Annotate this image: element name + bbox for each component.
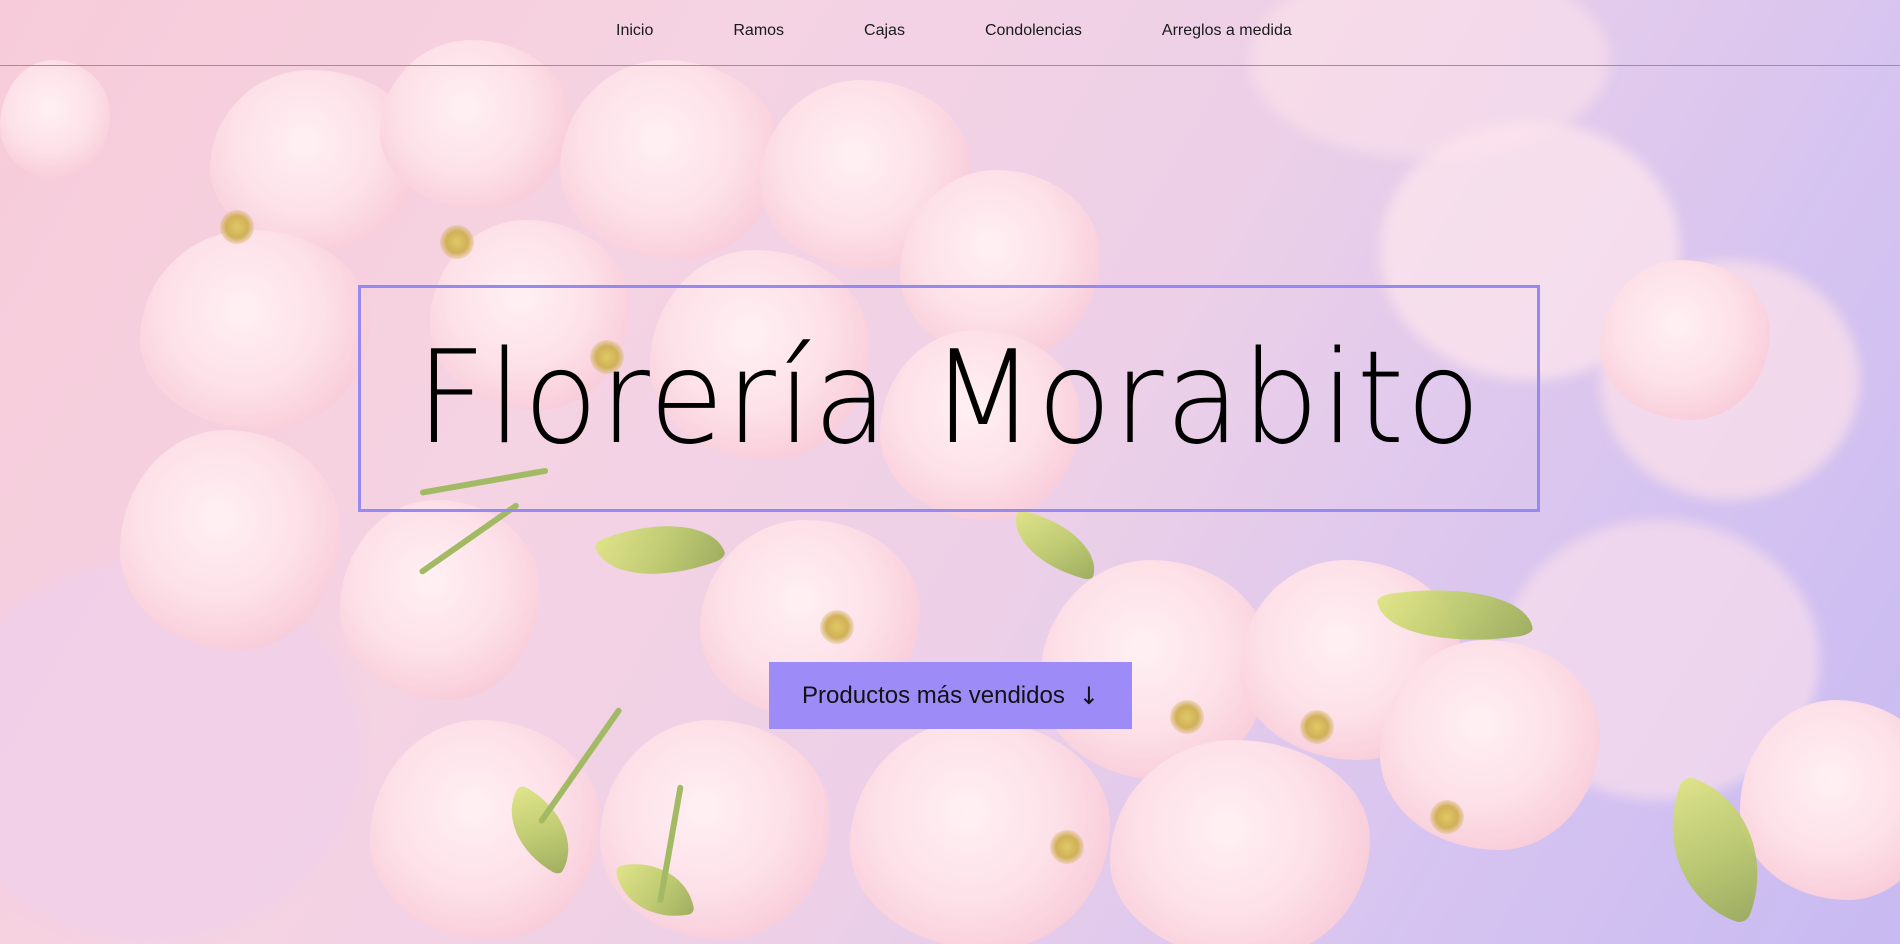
arrow-down-icon: ↓ bbox=[1078, 681, 1099, 710]
best-sellers-button-label: Productos más vendidos bbox=[802, 681, 1065, 709]
best-sellers-button[interactable]: Productos más vendidos ↓ bbox=[769, 662, 1132, 729]
nav-item-arreglos-a-medida[interactable]: Arreglos a medida bbox=[1162, 22, 1292, 40]
nav-item-cajas[interactable]: Cajas bbox=[864, 22, 905, 40]
nav-item-condolencias[interactable]: Condolencias bbox=[985, 22, 1082, 40]
page: Inicio Ramos Cajas Condolencias Arreglos… bbox=[0, 0, 1900, 944]
top-nav: Inicio Ramos Cajas Condolencias Arreglos… bbox=[0, 0, 1900, 66]
page-title: Florería Morabito bbox=[415, 323, 1483, 473]
nav-item-ramos[interactable]: Ramos bbox=[733, 22, 784, 40]
hero-title-frame: Florería Morabito bbox=[358, 285, 1540, 512]
nav-item-inicio[interactable]: Inicio bbox=[616, 22, 653, 40]
nav-menu: Inicio Ramos Cajas Condolencias Arreglos… bbox=[616, 22, 1292, 40]
